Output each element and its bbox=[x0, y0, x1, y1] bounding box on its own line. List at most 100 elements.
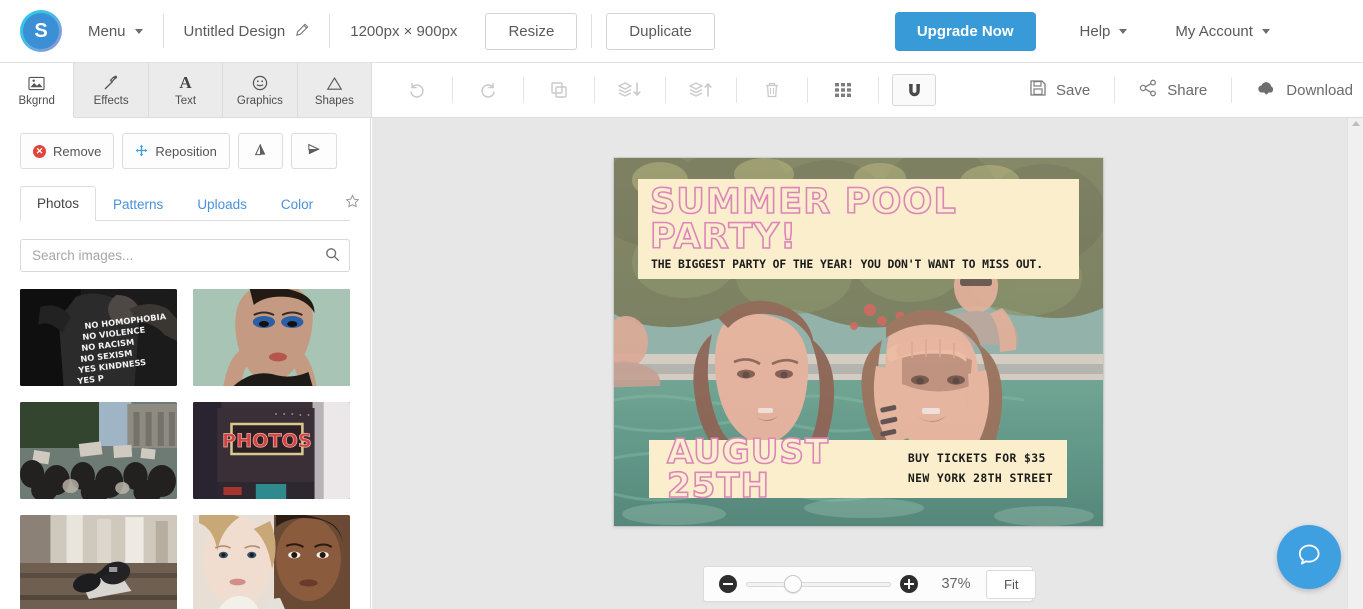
help-chat-button[interactable] bbox=[1277, 525, 1341, 589]
favorites-star-icon[interactable] bbox=[330, 185, 370, 221]
panel-tab-color[interactable]: Color bbox=[264, 187, 330, 221]
bring-forward-icon[interactable] bbox=[666, 63, 736, 117]
duplicate-layer-icon[interactable] bbox=[524, 63, 594, 117]
zoom-slider[interactable] bbox=[746, 575, 891, 593]
editor-toolbar: Save Share Download bbox=[371, 63, 1363, 118]
duplicate-button[interactable]: Duplicate bbox=[606, 12, 715, 50]
undo-icon[interactable] bbox=[382, 63, 452, 117]
my-account-dropdown[interactable]: My Account bbox=[1155, 0, 1290, 62]
flip-horizontal-button[interactable] bbox=[290, 133, 337, 169]
photo-thumbnail-protest-crowd[interactable] bbox=[20, 402, 177, 499]
redo-icon[interactable] bbox=[453, 63, 523, 117]
design-title-text: SUMMER POOL PARTY! bbox=[649, 182, 957, 257]
resize-button[interactable]: Resize bbox=[485, 12, 578, 50]
flip-vertical-button[interactable] bbox=[237, 133, 283, 169]
canvas-workspace[interactable]: SUMMER POOL PARTY! THE BIGGEST PARTY OF … bbox=[372, 118, 1363, 609]
remove-background-button[interactable]: ✕ Remove bbox=[20, 133, 115, 169]
tool-tab-label: Effects bbox=[93, 95, 129, 107]
my-account-label: My Account bbox=[1175, 22, 1253, 40]
photo-thumbnail-two-women[interactable] bbox=[193, 515, 350, 609]
grid-icon[interactable] bbox=[808, 63, 878, 117]
background-panel: ✕ Remove Reposition Photos Patterns Uplo… bbox=[0, 118, 371, 609]
panel-tabs: Photos Patterns Uploads Color bbox=[20, 185, 360, 221]
panel-tab-patterns[interactable]: Patterns bbox=[96, 187, 180, 221]
chevron-down-icon bbox=[1119, 28, 1128, 34]
tool-tab-text[interactable]: A Text bbox=[148, 63, 224, 118]
photo-results-grid: NO HOMOPHOBIA NO VIOLENCE NO RACISM NO S… bbox=[0, 272, 370, 609]
photo-thumbnail-headphones[interactable] bbox=[20, 515, 177, 609]
send-backward-icon[interactable] bbox=[595, 63, 665, 117]
floppy-save-icon bbox=[1029, 79, 1047, 101]
menu-label: Menu bbox=[88, 22, 126, 40]
chevron-down-icon bbox=[1261, 28, 1270, 34]
logo-letter: S bbox=[34, 20, 48, 42]
zoom-slider-handle[interactable] bbox=[784, 575, 802, 593]
search-images-field[interactable] bbox=[20, 239, 350, 272]
reposition-button[interactable]: Reposition bbox=[122, 133, 230, 169]
tool-tab-label: Bkgrnd bbox=[18, 95, 55, 107]
background-actions: ✕ Remove Reposition bbox=[0, 118, 370, 169]
photo-thumbnail-protest-tshirt[interactable]: NO HOMOPHOBIA NO VIOLENCE NO RACISM NO S… bbox=[20, 289, 177, 386]
tool-tab-graphics[interactable]: Graphics bbox=[223, 63, 298, 118]
share-label: Share bbox=[1167, 81, 1208, 99]
design-date-band[interactable]: AUGUST 25TH BUY TICKETS FOR $35 NEW YORK… bbox=[649, 434, 1067, 504]
workspace-scrollbar[interactable] bbox=[1347, 118, 1363, 609]
download-button[interactable]: Download bbox=[1232, 63, 1363, 117]
image-editor-app: S Menu Untitled Design 1200px × 900px Re… bbox=[0, 0, 1363, 609]
tool-tab-label: Graphics bbox=[236, 95, 283, 107]
zoom-percent-label: 37% bbox=[941, 576, 971, 592]
upgrade-now-button[interactable]: Upgrade Now bbox=[894, 11, 1036, 51]
zoom-in-button[interactable] bbox=[900, 575, 918, 593]
scroll-up-arrow-icon[interactable] bbox=[1352, 121, 1360, 126]
trash-icon[interactable] bbox=[737, 63, 807, 117]
svg-text:PHOTOS: PHOTOS bbox=[222, 429, 312, 452]
save-button[interactable]: Save bbox=[1005, 63, 1114, 117]
canvas-size-label: 1200px × 900px bbox=[330, 0, 477, 62]
divider bbox=[878, 77, 879, 103]
save-label: Save bbox=[1056, 81, 1091, 99]
divider bbox=[591, 14, 593, 48]
ticket-address-text: NEW YORK 28TH STREET bbox=[907, 471, 1053, 485]
tool-tab-label: Shapes bbox=[314, 95, 354, 107]
flip-horizontal-icon bbox=[306, 142, 322, 160]
remove-x-icon: ✕ bbox=[33, 144, 46, 158]
design-canvas[interactable]: SUMMER POOL PARTY! THE BIGGEST PARTY OF … bbox=[614, 158, 1103, 526]
help-dropdown[interactable]: Help bbox=[1060, 0, 1148, 62]
design-subtitle-text: THE BIGGEST PARTY OF THE YEAR! YOU DON'T… bbox=[651, 257, 1043, 271]
tool-tab-bkgrnd[interactable]: Bkgrnd bbox=[0, 63, 75, 118]
design-title-band[interactable]: SUMMER POOL PARTY! THE BIGGEST PARTY OF … bbox=[638, 179, 1079, 279]
move-arrows-icon bbox=[135, 144, 148, 159]
design-title[interactable]: Untitled Design bbox=[164, 0, 330, 62]
reposition-label: Reposition bbox=[155, 143, 217, 159]
tool-tab-label: Text bbox=[174, 95, 197, 107]
chevron-down-icon bbox=[134, 28, 143, 34]
wand-icon bbox=[103, 73, 119, 93]
cloud-download-icon bbox=[1256, 79, 1277, 101]
tool-tab-shapes[interactable]: Shapes bbox=[297, 63, 372, 118]
search-input[interactable] bbox=[20, 239, 350, 272]
share-button[interactable]: Share bbox=[1115, 63, 1231, 117]
fit-button[interactable]: Fit bbox=[986, 569, 1037, 599]
tool-tab-effects[interactable]: Effects bbox=[74, 63, 149, 118]
panel-tab-uploads[interactable]: Uploads bbox=[180, 187, 264, 221]
ticket-price-text: BUY TICKETS FOR $35 bbox=[907, 451, 1046, 466]
photo-thumbnail-photos-neon-sign[interactable]: PHOTOS bbox=[193, 402, 350, 499]
menu-dropdown[interactable]: Menu bbox=[68, 0, 163, 62]
text-a-icon: A bbox=[179, 73, 192, 92]
magnet-snap-icon[interactable] bbox=[892, 74, 936, 106]
image-icon bbox=[28, 73, 45, 93]
help-label: Help bbox=[1079, 22, 1111, 40]
app-header: S Menu Untitled Design 1200px × 900px Re… bbox=[0, 0, 1363, 63]
photo-thumbnail-portrait-makeup[interactable] bbox=[193, 289, 350, 386]
panel-tab-photos[interactable]: Photos bbox=[20, 186, 97, 221]
design-date-text: AUGUST 25TH bbox=[666, 432, 830, 506]
download-label: Download bbox=[1286, 81, 1353, 99]
zoom-out-button[interactable] bbox=[719, 575, 737, 593]
app-logo[interactable]: S bbox=[14, 10, 68, 52]
chat-bubble-icon bbox=[1294, 540, 1324, 575]
zoom-slider-track[interactable] bbox=[746, 582, 891, 587]
share-nodes-icon bbox=[1139, 79, 1158, 101]
triangle-icon bbox=[326, 73, 343, 93]
design-ticket-info: BUY TICKETS FOR $35 NEW YORK 28TH STREET bbox=[908, 449, 1053, 489]
pencil-edit-icon[interactable] bbox=[295, 23, 309, 40]
